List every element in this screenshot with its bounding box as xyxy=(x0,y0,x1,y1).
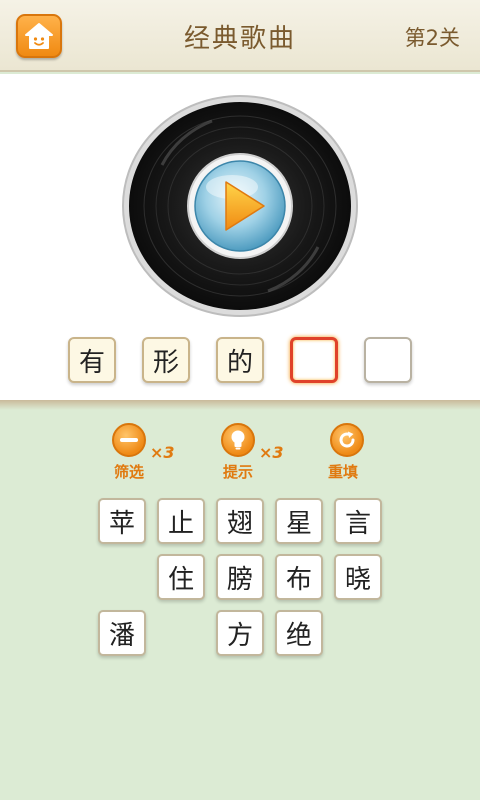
minus-icon xyxy=(112,423,146,457)
answer-slot-3[interactable]: 的 xyxy=(216,337,264,383)
hint-count: ×3 xyxy=(259,443,284,462)
vinyl-record[interactable] xyxy=(122,95,358,317)
panel-divider xyxy=(0,400,480,410)
candidate-char[interactable]: 星 xyxy=(275,498,323,544)
candidate-char[interactable]: 布 xyxy=(275,554,323,600)
candidate-char[interactable]: 绝 xyxy=(275,610,323,656)
candidate-char[interactable]: 潘 xyxy=(98,610,146,656)
candidate-char[interactable]: 言 xyxy=(334,498,382,544)
candidate-char[interactable]: 苹 xyxy=(98,498,146,544)
answer-slot-2[interactable]: 形 xyxy=(142,337,190,383)
header-bar: 经典歌曲 第2关 xyxy=(0,0,480,72)
hint-label: 提示 xyxy=(223,463,254,481)
candidate-char[interactable]: 膀 xyxy=(216,554,264,600)
candidate-char[interactable]: 晓 xyxy=(334,554,382,600)
candidate-char[interactable]: 方 xyxy=(216,610,264,656)
answer-row: 有 形 的 xyxy=(0,337,480,385)
filter-label: 筛选 xyxy=(114,463,145,481)
candidate-char[interactable]: 止 xyxy=(157,498,205,544)
answer-slot-4[interactable] xyxy=(290,337,338,383)
hint-tool[interactable]: ×3 提示 xyxy=(221,423,311,481)
lightbulb-icon xyxy=(221,423,255,457)
filter-count: ×3 xyxy=(150,443,175,462)
refresh-icon xyxy=(330,423,364,457)
filter-tool[interactable]: ×3 筛选 xyxy=(112,423,202,481)
level-indicator: 第2关 xyxy=(404,26,460,50)
reset-label: 重填 xyxy=(328,463,359,481)
candidate-char[interactable]: 翅 xyxy=(216,498,264,544)
answer-slot-5[interactable] xyxy=(364,337,412,383)
candidate-char[interactable]: 住 xyxy=(157,554,205,600)
answer-slot-1[interactable]: 有 xyxy=(68,337,116,383)
reset-tool[interactable]: 重填 xyxy=(328,423,418,481)
